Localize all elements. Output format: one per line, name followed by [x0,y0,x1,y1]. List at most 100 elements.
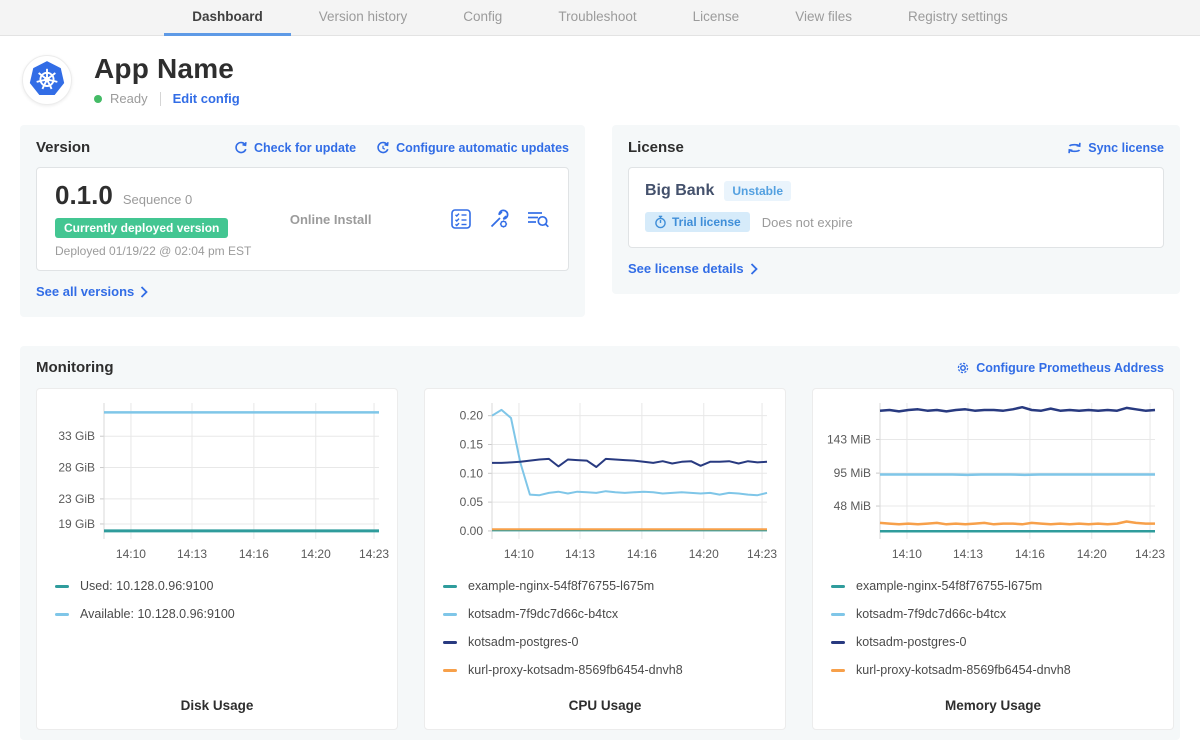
config-wrench-icon[interactable] [488,208,510,230]
status-dot [94,95,102,103]
legend-item: kurl-proxy-kotsadm-8569fb6454-dnvh8 [443,663,785,677]
chevron-right-icon [750,263,758,275]
chart-legend-0: Used: 10.128.0.96:9100 Available: 10.128.… [37,579,397,621]
chart-plot-0: 14:1014:1314:1614:2014:2333 GiB28 GiB23 … [37,399,399,571]
license-panel: License Sync license Big Bank Unstable [612,125,1180,294]
legend-label: kotsadm-postgres-0 [468,635,578,649]
chart-title: Disk Usage [37,688,397,713]
legend-color-dash [443,641,457,644]
view-logs-icon[interactable] [526,208,550,230]
top-nav: DashboardVersion historyConfigTroublesho… [0,0,1200,36]
tab-license[interactable]: License [665,0,768,36]
legend-item: kotsadm-7f9dc7d66c-b4tcx [831,607,1173,621]
tab-registry-settings[interactable]: Registry settings [880,0,1036,36]
svg-text:19 GiB: 19 GiB [58,517,95,531]
legend-item: example-nginx-54f8f76755-l675m [443,579,785,593]
legend-label: kurl-proxy-kotsadm-8569fb6454-dnvh8 [856,663,1071,677]
svg-text:14:23: 14:23 [747,547,777,561]
legend-label: kotsadm-7f9dc7d66c-b4tcx [856,607,1006,621]
preflight-checks-icon[interactable] [450,208,472,230]
version-panel: Version Check for update Configure autom… [20,125,585,317]
channel-badge: Unstable [724,181,791,201]
page-title: App Name [94,53,240,85]
tab-config[interactable]: Config [435,0,530,36]
svg-text:14:16: 14:16 [1015,547,1045,561]
trial-license-badge: Trial license [645,212,750,232]
chart-card-2: 14:1014:1314:1614:2014:23143 MiB95 MiB48… [812,388,1174,730]
see-all-versions-link[interactable]: See all versions [36,284,148,299]
monitoring-panel: Monitoring Configure Prometheus Address … [20,346,1180,740]
legend-label: example-nginx-54f8f76755-l675m [468,579,654,593]
tab-troubleshoot[interactable]: Troubleshoot [530,0,664,36]
legend-item: Available: 10.128.0.96:9100 [55,607,397,621]
gear-icon [956,361,970,375]
chart-legend-1: example-nginx-54f8f76755-l675m kotsadm-7f… [425,579,785,677]
legend-item: kotsadm-7f9dc7d66c-b4tcx [443,607,785,621]
legend-color-dash [831,585,845,588]
svg-text:14:20: 14:20 [1077,547,1107,561]
sync-icon [1067,141,1082,155]
legend-label: example-nginx-54f8f76755-l675m [856,579,1042,593]
svg-text:0.20: 0.20 [460,409,484,423]
svg-text:14:20: 14:20 [689,547,719,561]
chart-card-0: 14:1014:1314:1614:2014:2333 GiB28 GiB23 … [36,388,398,730]
license-name: Big Bank [645,182,714,200]
chevron-right-icon [140,286,148,298]
license-card: Big Bank Unstable Trial license Does not… [628,167,1164,248]
legend-color-dash [831,641,845,644]
configure-prometheus-link[interactable]: Configure Prometheus Address [956,361,1164,375]
svg-text:14:23: 14:23 [359,547,389,561]
configure-automatic-updates-link[interactable]: Configure automatic updates [376,141,569,155]
legend-item: example-nginx-54f8f76755-l675m [831,579,1173,593]
legend-color-dash [443,669,457,672]
legend-item: Used: 10.128.0.96:9100 [55,579,397,593]
install-type: Online Install [290,212,372,227]
app-header: App Name Ready Edit config [0,36,1200,121]
see-license-details-link[interactable]: See license details [628,261,758,276]
svg-text:14:16: 14:16 [239,547,269,561]
chart-title: CPU Usage [425,688,785,713]
svg-text:0.10: 0.10 [460,466,484,480]
svg-text:0.15: 0.15 [460,437,484,451]
legend-label: kotsadm-7f9dc7d66c-b4tcx [468,607,618,621]
legend-color-dash [55,585,69,588]
svg-text:33 GiB: 33 GiB [58,429,95,443]
svg-text:14:13: 14:13 [177,547,207,561]
legend-item: kurl-proxy-kotsadm-8569fb6454-dnvh8 [831,663,1173,677]
legend-color-dash [831,669,845,672]
edit-config-link[interactable]: Edit config [173,91,240,106]
kubernetes-logo-icon [22,55,72,105]
legend-color-dash [443,585,457,588]
tab-view-files[interactable]: View files [767,0,880,36]
license-title: License [628,139,684,156]
svg-text:28 GiB: 28 GiB [58,461,95,475]
svg-text:14:23: 14:23 [1135,547,1165,561]
version-number: 0.1.0 [55,180,113,211]
chart-card-1: 14:1014:1314:1614:2014:230.200.150.100.0… [424,388,786,730]
sync-license-link[interactable]: Sync license [1067,141,1164,155]
svg-text:14:20: 14:20 [301,547,331,561]
svg-text:14:13: 14:13 [953,547,983,561]
svg-text:23 GiB: 23 GiB [58,492,95,506]
tab-version-history[interactable]: Version history [291,0,436,36]
status-text: Ready [110,91,148,106]
check-for-update-link[interactable]: Check for update [234,141,356,155]
version-title: Version [36,139,90,156]
svg-text:14:10: 14:10 [892,547,922,561]
legend-label: kurl-proxy-kotsadm-8569fb6454-dnvh8 [468,663,683,677]
svg-text:14:10: 14:10 [504,547,534,561]
svg-text:14:13: 14:13 [565,547,595,561]
svg-text:14:16: 14:16 [627,547,657,561]
legend-color-dash [443,613,457,616]
divider [160,92,161,106]
tab-dashboard[interactable]: Dashboard [164,0,291,36]
version-sequence: Sequence 0 [123,192,192,207]
chart-legend-2: example-nginx-54f8f76755-l675m kotsadm-7f… [813,579,1173,677]
current-version-card: 0.1.0 Sequence 0 Currently deployed vers… [36,167,569,271]
legend-color-dash [831,613,845,616]
license-expiry: Does not expire [762,215,853,230]
deployed-timestamp: Deployed 01/19/22 @ 02:04 pm EST [55,244,251,258]
chart-plot-1: 14:1014:1314:1614:2014:230.200.150.100.0… [425,399,787,571]
legend-label: kotsadm-postgres-0 [856,635,966,649]
chart-title: Memory Usage [813,688,1173,713]
